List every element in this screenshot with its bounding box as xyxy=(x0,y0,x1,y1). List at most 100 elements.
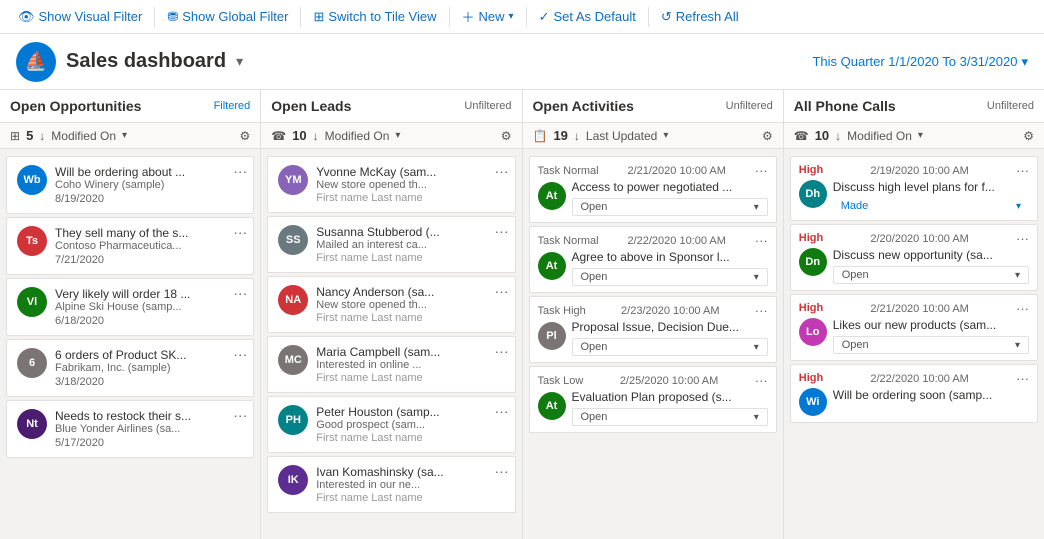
opportunities-filter-options-icon[interactable]: ⚙ xyxy=(239,129,250,143)
list-item[interactable]: IK Ivan Komashinsky (sa... Interested in… xyxy=(267,456,515,513)
phone-date: 2/19/2020 10:00 AM xyxy=(870,165,968,177)
list-item[interactable]: NA Nancy Anderson (sa... New store opene… xyxy=(267,276,515,333)
title-chevron-icon[interactable]: ▾ xyxy=(236,53,243,70)
activity-ellipsis-icon[interactable]: ··· xyxy=(755,233,768,248)
phone-status[interactable]: Made ▾ xyxy=(833,198,1029,214)
phone-more-icon[interactable]: ··· xyxy=(1016,231,1029,246)
sort-chevron-icon[interactable]: ▾ xyxy=(395,130,400,141)
leads-filter-options-icon[interactable]: ⚙ xyxy=(501,129,512,143)
sort-down-icon[interactable]: ↓ xyxy=(313,129,319,143)
card-title: Very likely will order 18 ... xyxy=(55,287,245,301)
new-button[interactable]: ＋ New ▾ xyxy=(452,3,524,30)
activity-ellipsis-icon[interactable]: ··· xyxy=(755,303,768,318)
list-item[interactable]: Task High 2/23/2020 10:00 AM ··· Pl Prop… xyxy=(529,296,777,363)
activities-filter-status: Unfiltered xyxy=(726,100,773,112)
activities-filter-options-icon[interactable]: ⚙ xyxy=(762,129,773,143)
activity-ellipsis-icon[interactable]: ··· xyxy=(755,163,768,178)
leads-sort-field[interactable]: Modified On xyxy=(325,129,390,143)
activity-type: Task High xyxy=(538,305,586,317)
open-opportunities-header: Open Opportunities Filtered xyxy=(0,90,260,123)
sort-down-icon[interactable]: ↓ xyxy=(835,129,841,143)
phone-calls-count: 10 xyxy=(815,128,829,143)
activity-date: 2/22/2020 10:00 AM xyxy=(627,235,725,247)
card-more-icon[interactable]: ··· xyxy=(495,463,509,479)
card-more-icon[interactable]: ··· xyxy=(233,346,247,362)
activity-type: Task Low xyxy=(538,375,584,387)
leads-icon: ☎ xyxy=(271,129,286,143)
activity-status[interactable]: Open ▾ xyxy=(572,198,768,216)
open-activities-header: Open Activities Unfiltered xyxy=(523,90,783,123)
phone-more-icon[interactable]: ··· xyxy=(1016,163,1029,178)
card-meta: First name Last name xyxy=(316,432,506,444)
opportunities-sort-field[interactable]: Modified On xyxy=(51,129,116,143)
sort-down-icon[interactable]: ↓ xyxy=(574,129,580,143)
phone-calls-filter-options-icon[interactable]: ⚙ xyxy=(1023,129,1034,143)
header-left: ⛵ Sales dashboard ▾ xyxy=(16,42,243,82)
list-item[interactable]: High 2/19/2020 10:00 AM ··· Dh Discuss h… xyxy=(790,156,1038,221)
card-more-icon[interactable]: ··· xyxy=(495,163,509,179)
card-title: Needs to restock their s... xyxy=(55,409,245,423)
list-item[interactable]: PH Peter Houston (samp... Good prospect … xyxy=(267,396,515,453)
card-content: They sell many of the s... Contoso Pharm… xyxy=(55,226,245,266)
card-more-icon[interactable]: ··· xyxy=(233,224,247,240)
show-visual-filter-button[interactable]: 👁 Show Visual Filter xyxy=(8,5,152,29)
list-item[interactable]: YM Yvonne McKay (sam... New store opened… xyxy=(267,156,515,213)
card-more-icon[interactable]: ··· xyxy=(495,223,509,239)
chevron-down-icon: ▾ xyxy=(509,11,514,22)
list-item[interactable]: Task Low 2/25/2020 10:00 AM ··· At Evalu… xyxy=(529,366,777,433)
phone-date: 2/21/2020 10:00 AM xyxy=(870,303,968,315)
activities-list: Task Normal 2/21/2020 10:00 AM ··· At Ac… xyxy=(523,149,783,539)
activity-date: 2/25/2020 10:00 AM xyxy=(620,375,718,387)
activity-ellipsis-icon[interactable]: ··· xyxy=(755,373,768,388)
activity-content: Agree to above in Sponsor l... Open ▾ xyxy=(572,250,768,286)
list-item[interactable]: Task Normal 2/21/2020 10:00 AM ··· At Ac… xyxy=(529,156,777,223)
card-more-icon[interactable]: ··· xyxy=(495,403,509,419)
set-default-button[interactable]: ✓ Set As Default xyxy=(529,5,646,29)
activity-status[interactable]: Open ▾ xyxy=(572,408,768,426)
col-title-leads: Open Leads xyxy=(271,98,351,114)
list-item[interactable]: 6 6 orders of Product SK... Fabrikam, In… xyxy=(6,339,254,397)
list-item[interactable]: Vl Very likely will order 18 ... Alpine … xyxy=(6,278,254,336)
sort-down-icon[interactable]: ↓ xyxy=(39,129,45,143)
activities-count: 19 xyxy=(553,128,567,143)
sort-chevron-icon[interactable]: ▾ xyxy=(122,130,127,141)
phone-calls-sort-field[interactable]: Modified On xyxy=(847,129,912,143)
card-more-icon[interactable]: ··· xyxy=(233,285,247,301)
phone-status[interactable]: Open ▾ xyxy=(833,266,1029,284)
list-item[interactable]: Nt Needs to restock their s... Blue Yond… xyxy=(6,400,254,458)
sort-chevron-icon[interactable]: ▾ xyxy=(918,130,923,141)
show-global-filter-button[interactable]: ⛃ Show Global Filter xyxy=(157,5,298,29)
list-item[interactable]: MC Maria Campbell (sam... Interested in … xyxy=(267,336,515,393)
card-more-icon[interactable]: ··· xyxy=(495,343,509,359)
period-label: This Quarter 1/1/2020 To 3/31/2020 xyxy=(812,54,1017,69)
card-subtitle: New store opened th... xyxy=(316,299,506,311)
phone-more-icon[interactable]: ··· xyxy=(1016,371,1029,386)
sort-chevron-icon[interactable]: ▾ xyxy=(663,130,668,141)
list-item[interactable]: Task Normal 2/22/2020 10:00 AM ··· At Ag… xyxy=(529,226,777,293)
list-item[interactable]: Ts They sell many of the s... Contoso Ph… xyxy=(6,217,254,275)
phone-status[interactable]: Open ▾ xyxy=(833,336,1029,354)
card-date: 6/18/2020 xyxy=(55,315,245,327)
list-item[interactable]: Wb Will be ordering about ... Coho Winer… xyxy=(6,156,254,214)
period-selector[interactable]: This Quarter 1/1/2020 To 3/31/2020 ▾ xyxy=(812,54,1028,70)
page-title: Sales dashboard xyxy=(66,50,226,73)
card-more-icon[interactable]: ··· xyxy=(233,407,247,423)
opportunities-filter-status: Filtered xyxy=(214,100,251,112)
card-content: 6 orders of Product SK... Fabrikam, Inc.… xyxy=(55,348,245,388)
activity-status[interactable]: Open ▾ xyxy=(572,338,768,356)
list-item[interactable]: High 2/21/2020 10:00 AM ··· Lo Likes our… xyxy=(790,294,1038,361)
toolbar-divider-3 xyxy=(449,7,450,27)
activity-status[interactable]: Open ▾ xyxy=(572,268,768,286)
col-title-opportunities: Open Opportunities xyxy=(10,98,141,114)
list-item[interactable]: High 2/20/2020 10:00 AM ··· Dn Discuss n… xyxy=(790,224,1038,291)
card-more-icon[interactable]: ··· xyxy=(495,283,509,299)
card-subtitle: Contoso Pharmaceutica... xyxy=(55,240,245,252)
card-more-icon[interactable]: ··· xyxy=(233,163,247,179)
list-item[interactable]: SS Susanna Stubberod (... Mailed an inte… xyxy=(267,216,515,273)
switch-tile-view-button[interactable]: ⊞ Switch to Tile View xyxy=(303,5,446,29)
refresh-all-label: Refresh All xyxy=(676,9,739,24)
refresh-all-button[interactable]: ↺ Refresh All xyxy=(651,5,749,29)
list-item[interactable]: High 2/22/2020 10:00 AM ··· Wi Will be o… xyxy=(790,364,1038,423)
activities-sort-field[interactable]: Last Updated xyxy=(586,129,657,143)
phone-more-icon[interactable]: ··· xyxy=(1016,301,1029,316)
